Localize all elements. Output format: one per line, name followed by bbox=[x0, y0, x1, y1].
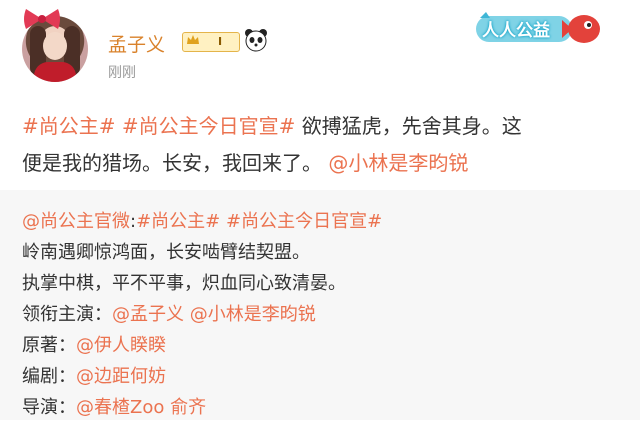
post-text-body: 欲搏猛虎，先舍其身。这 bbox=[295, 114, 522, 138]
repost-line: 编剧：@边距何妨 bbox=[22, 361, 622, 392]
mention-link[interactable]: @边距何妨 bbox=[76, 366, 166, 387]
username[interactable]: 孟子义 bbox=[108, 30, 165, 57]
avatar-bow-icon bbox=[24, 9, 60, 29]
post-text: #尚公主# #尚公主今日官宣# 欲搏猛虎，先舍其身。这 便是我的猎场。长安，我回… bbox=[22, 108, 622, 182]
repost-line: 导演：@春楂Zoo 俞齐 bbox=[22, 392, 622, 423]
repost-author-link[interactable]: @尚公主官微 bbox=[22, 211, 130, 232]
repost-text: @尚公主官微:#尚公主# #尚公主今日官宣# 岭南遇卿惊鸿面，长安啮臂结契盟。 … bbox=[22, 206, 622, 423]
credit-label: 原著： bbox=[22, 335, 76, 356]
mention-link[interactable]: @小林是李昀锐 bbox=[328, 151, 468, 175]
crown-icon bbox=[187, 35, 199, 44]
hashtag-link[interactable]: #尚公主# bbox=[22, 114, 116, 138]
mention-link[interactable]: @春楂Zoo bbox=[76, 397, 164, 418]
repost-line: 岭南遇卿惊鸿面，长安啮臂结契盟。 bbox=[22, 242, 310, 263]
panda-icon bbox=[245, 29, 267, 52]
post-timestamp: 刚刚 bbox=[108, 65, 136, 81]
post-text-body: 便是我的猎场。长安，我回来了。 bbox=[22, 151, 322, 175]
mention-link[interactable]: @伊人睽睽 bbox=[76, 335, 166, 356]
repost-line: 领衔主演：@孟子义 @小林是李昀锐 bbox=[22, 299, 622, 330]
mention-link[interactable]: @小林是李昀锐 bbox=[190, 304, 316, 325]
avatar-dress bbox=[34, 62, 76, 82]
repost-line: 执掌中棋，平不平事，炽血同心致清晏。 bbox=[22, 273, 346, 294]
credit-label: 编剧： bbox=[22, 366, 76, 387]
avatar-face bbox=[43, 32, 67, 60]
credit-label: 导演： bbox=[22, 397, 76, 418]
post-card: 孟子义 I 刚刚 人人公益 #尚公主# #尚公主今日官宣# 欲搏猛虎，先舍其身。… bbox=[0, 0, 640, 190]
repost-line: 原著：@伊人睽睽 bbox=[22, 330, 622, 361]
mention-link[interactable]: @孟子义 bbox=[112, 304, 184, 325]
hashtag-link[interactable]: #尚公主# bbox=[136, 211, 220, 232]
mention-link[interactable]: 俞齐 bbox=[170, 397, 206, 418]
repost-line: @尚公主官微:#尚公主# #尚公主今日官宣# bbox=[22, 206, 622, 237]
hashtag-link[interactable]: #尚公主今日官宣# bbox=[226, 211, 382, 232]
hashtag-link[interactable]: #尚公主今日官宣# bbox=[122, 114, 296, 138]
charity-badge-label: 人人公益 bbox=[482, 21, 550, 41]
credit-label: 领衔主演： bbox=[22, 304, 112, 325]
vip-level: I bbox=[217, 35, 223, 48]
